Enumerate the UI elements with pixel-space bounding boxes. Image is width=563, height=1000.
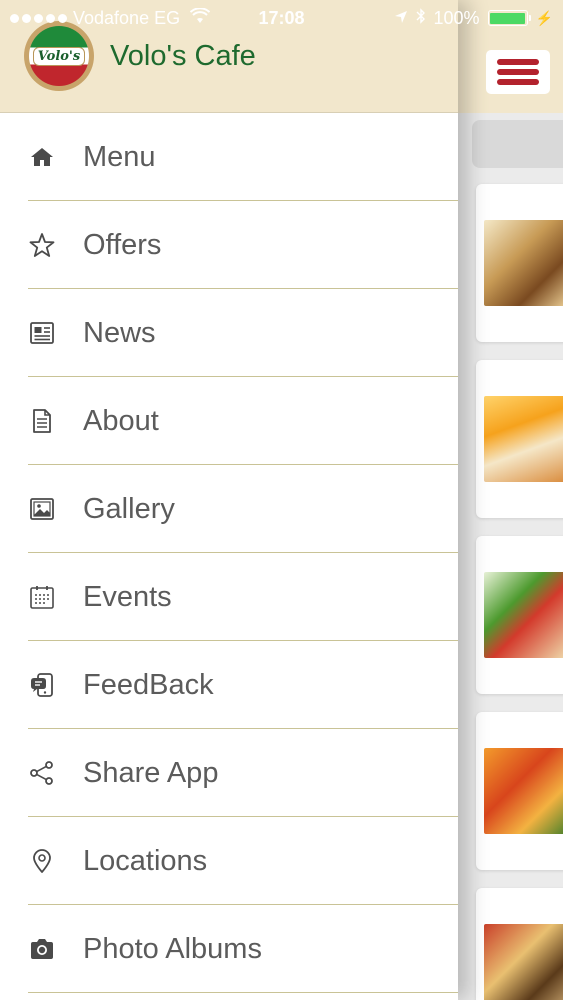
image-icon [27, 494, 57, 524]
hamburger-menu-button[interactable] [486, 50, 550, 94]
location-arrow-icon [394, 8, 408, 29]
category-card[interactable] [476, 184, 563, 342]
nav-item-locations[interactable]: Locations [0, 817, 458, 905]
nav-item-label: About [83, 404, 159, 437]
camera-icon [27, 934, 57, 964]
nav-list: Menu Offers News About Gallery Events Fe… [0, 113, 458, 993]
category-thumbnail [484, 396, 563, 482]
logo-text: Volo's [32, 46, 86, 66]
app-title: Volo's Cafe [110, 39, 256, 72]
nav-item-label: Locations [83, 844, 208, 877]
category-card[interactable] [476, 888, 563, 1000]
charging-icon: ⚡ [535, 9, 553, 26]
category-thumbnail [484, 924, 563, 1000]
nav-item-photo-albums[interactable]: Photo Albums [0, 905, 458, 993]
search-bar[interactable] [472, 120, 563, 168]
category-card[interactable] [476, 360, 563, 518]
nav-item-label: News [83, 316, 156, 349]
home-icon [27, 142, 57, 172]
battery-icon [487, 10, 531, 26]
nav-item-feedback[interactable]: FeedBack [0, 641, 458, 729]
share-icon [27, 758, 57, 788]
nav-item-label: Gallery [83, 492, 175, 525]
nav-item-gallery[interactable]: Gallery [0, 465, 458, 553]
main-content [458, 0, 563, 1000]
nav-item-menu[interactable]: Menu [0, 113, 458, 201]
nav-item-label: Photo Albums [83, 932, 262, 965]
status-bar: Vodafone EG 17:08 100% ⚡ [0, 0, 563, 36]
newspaper-icon [27, 318, 57, 348]
nav-item-news[interactable]: News [0, 289, 458, 377]
nav-item-label: FeedBack [83, 668, 214, 701]
nav-item-share-app[interactable]: Share App [0, 729, 458, 817]
nav-item-events[interactable]: Events [0, 553, 458, 641]
bluetooth-icon [416, 7, 426, 29]
category-thumbnail [484, 748, 563, 834]
document-icon [27, 406, 57, 436]
category-thumbnail [484, 220, 563, 306]
star-icon [27, 230, 57, 260]
wifi-icon [189, 6, 211, 29]
category-thumbnail [484, 572, 563, 658]
battery-percent: 100% [433, 7, 480, 28]
nav-item-offers[interactable]: Offers [0, 201, 458, 289]
category-card[interactable] [476, 712, 563, 870]
nav-item-label: Menu [83, 140, 156, 173]
nav-item-about[interactable]: About [0, 377, 458, 465]
side-drawer: Volo's Volo's Cafe Menu Offers News Abou… [0, 0, 458, 1000]
calendar-icon [27, 582, 57, 612]
feedback-icon [27, 670, 57, 700]
nav-item-label: Events [83, 580, 172, 613]
category-card[interactable] [476, 536, 563, 694]
nav-item-label: Share App [83, 756, 219, 789]
nav-item-label: Offers [83, 228, 162, 261]
signal-strength-icon [10, 13, 67, 23]
carrier-name: Vodafone EG [73, 7, 181, 28]
location-pin-icon [27, 846, 57, 876]
